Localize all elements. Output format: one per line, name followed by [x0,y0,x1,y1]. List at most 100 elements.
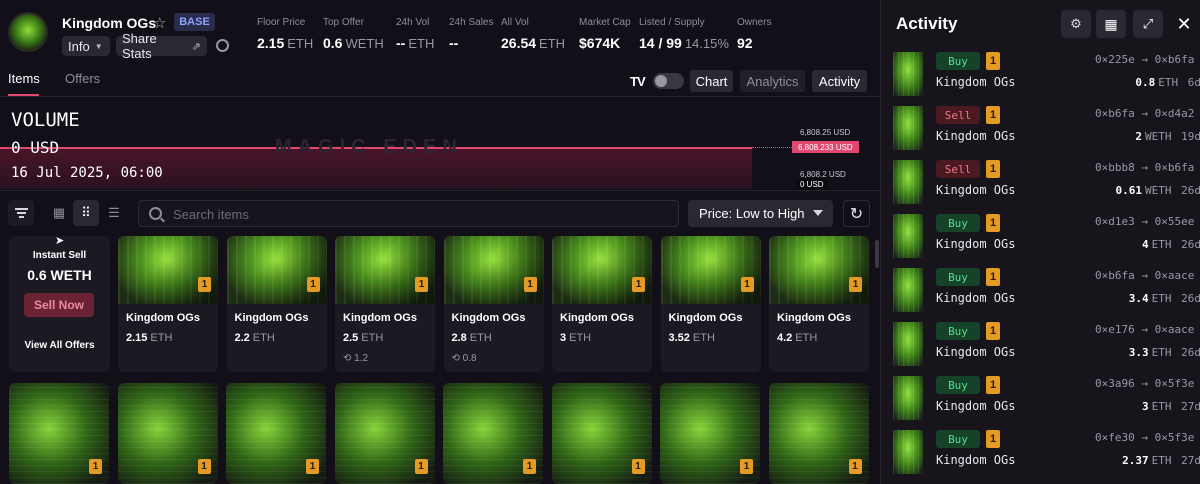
nft-card[interactable]: 1 [334,383,435,484]
info-button[interactable]: Info ▼ [62,36,110,56]
nft-image [118,236,218,304]
nft-price: 4.2 ETH [777,332,817,344]
nft-price-value: 3 [560,332,567,344]
filter-icon [14,206,28,220]
analytics-button[interactable]: Analytics [740,70,805,92]
star-icon[interactable]: ☆ [153,14,166,32]
nft-price-value: 3.52 [668,332,690,344]
sell-now-button[interactable]: Sell Now [24,293,94,317]
activity-name: Kingdom OGs [936,237,1016,251]
activity-grid-button[interactable]: ▦ [1096,10,1126,38]
to-address[interactable]: 0×d4a2 [1155,107,1195,120]
to-address[interactable]: 0×aace [1155,269,1195,282]
activity-row[interactable]: Sell 1 Kingdom OGs 0×b6fa → 0×d4a2 2 WETH 19d [881,106,1200,160]
nft-card[interactable]: 1 Kingdom OGs 3 ETH [552,236,652,372]
stat-label: Market Cap [579,17,631,28]
search-input[interactable] [173,206,653,222]
stat-number: $674K [579,35,621,51]
stat-4: All Vol 26.54 ETH [501,17,565,51]
to-address[interactable]: 0×b6fa [1155,53,1195,66]
activity-price: 3.4 ETH 26d [1129,292,1200,305]
nft-price-unit: ETH [692,332,715,344]
from-address[interactable]: 0×d1e3 [1095,215,1135,228]
nft-card[interactable]: 1 [768,383,869,484]
activity-row[interactable]: Sell 1 Kingdom OGs 0×bbb8 → 0×b6fa 0.61 WETH … [881,160,1200,214]
nft-card[interactable]: 1 Kingdom OGs 2.8 ETH ⟲ 0.8 [443,236,544,372]
stat-label: Owners [737,17,772,28]
activity-thumbnail [893,106,923,150]
grid-large-button[interactable]: ▦ [46,200,72,226]
to-address[interactable]: 0×b6fa [1155,161,1195,174]
to-address[interactable]: 0×55ee [1155,215,1195,228]
from-address[interactable]: 0×fe30 [1095,431,1135,444]
nft-card[interactable]: 1 Kingdom OGs 2.15 ETH [118,236,218,372]
sort-select[interactable]: Price: Low to High [688,200,833,227]
refresh-button[interactable]: ↻ [843,200,870,227]
activity-type-badge: Buy [936,268,980,286]
activity-price-unit: ETH [1151,292,1172,305]
activity-age: 26d [1181,292,1200,305]
tradingview-toggle[interactable] [653,73,684,89]
axis-zero-tag: 0 USD [796,178,828,190]
nft-card[interactable]: 1 [226,383,326,484]
globe-icon[interactable] [216,39,229,52]
last-sale-value: 0.8 [462,353,477,364]
from-address[interactable]: 0×e176 [1095,323,1135,336]
nft-card[interactable]: 1 Kingdom OGs 3.52 ETH [660,236,761,372]
nft-price: 2.2 ETH [235,332,275,344]
to-address[interactable]: 0×5f3e [1155,431,1195,444]
activity-row[interactable]: Buy 1 Kingdom OGs 0×e176 → 0×aace 3.3 ETH 26d [881,322,1200,376]
stat-2: 24h Vol -- ETH [396,17,434,51]
activity-type-badge: Buy [936,376,980,394]
close-button[interactable]: ✕ [1169,10,1199,38]
activity-thumbnail [893,376,923,420]
nft-card[interactable]: 1 Kingdom OGs 4.2 ETH [769,236,869,372]
nft-card[interactable]: 1 [443,383,543,484]
stat-value: 0.6 WETH [323,35,384,51]
activity-price: 3.3 ETH 26d [1129,346,1200,359]
activity-filter-button[interactable]: ⚙ [1061,10,1091,38]
share-stats-button[interactable]: Share Stats ⇗ [116,31,207,61]
quantity-badge: 1 [632,277,645,292]
activity-type-badge: Buy [936,52,980,70]
tab-offers[interactable]: Offers [65,71,100,86]
nft-card[interactable]: 1 [9,383,109,484]
nft-card[interactable]: 1 Kingdom OGs 2.5 ETH ⟲ 1.2 [335,236,435,372]
from-address[interactable]: 0×3a96 [1095,377,1135,390]
from-address[interactable]: 0×b6fa [1095,269,1135,282]
nft-card[interactable]: 1 [660,383,760,484]
to-address[interactable]: 0×aace [1155,323,1195,336]
activity-row[interactable]: Buy 1 Kingdom OGs 0×3a96 → 0×5f3e 3 ETH 27d [881,376,1200,430]
activity-price-value: 2.37 [1122,454,1149,467]
tab-items[interactable]: Items [8,71,40,86]
stat-7: Owners 92 [737,17,771,51]
from-address[interactable]: 0×b6fa [1095,107,1135,120]
arrow-right-icon: → [1141,161,1148,174]
expand-button[interactable]: ⤢ [1133,10,1163,38]
stat-value: 26.54 ETH [501,35,565,51]
activity-button[interactable]: Activity [812,70,867,92]
grid-small-button[interactable]: ⠿ [73,200,99,226]
last-sale-icon: ⟲ [343,353,352,364]
stat-number: 14 / 99 [639,35,682,51]
activity-row[interactable]: Buy 1 Kingdom OGs 0×225e → 0×b6fa 0.8 ETH 6d [881,52,1200,106]
list-view-button[interactable]: ☰ [101,200,127,226]
nft-card[interactable]: 1 Kingdom OGs 2.2 ETH [226,236,327,372]
view-all-offers-link[interactable]: View All Offers [9,340,110,351]
from-address[interactable]: 0×bbb8 [1095,161,1135,174]
activity-name: Kingdom OGs [936,75,1016,89]
activity-price: 2 WETH 19d [1135,130,1200,143]
filter-button[interactable] [8,200,34,226]
chart-button[interactable]: Chart [690,70,733,92]
scrollbar-thumb[interactable] [875,240,879,268]
nft-card[interactable]: 1 [551,383,652,484]
activity-row[interactable]: Buy 1 Kingdom OGs 0×d1e3 → 0×55ee 4 ETH 26d [881,214,1200,268]
activity-price-value: 3.4 [1128,292,1149,305]
to-address[interactable]: 0×5f3e [1155,377,1195,390]
nft-card[interactable]: 1 [117,383,218,484]
from-address[interactable]: 0×225e [1095,53,1135,66]
grid-small-icon: ⠿ [81,205,91,220]
activity-row[interactable]: Buy 1 Kingdom OGs 0×b6fa → 0×aace 3.4 ETH 26d [881,268,1200,322]
activity-row[interactable]: Buy 1 Kingdom OGs 0×fe30 → 0×5f3e 2.37 ETH 27… [881,430,1200,484]
instant-sell-title: Instant Sell [32,250,87,261]
